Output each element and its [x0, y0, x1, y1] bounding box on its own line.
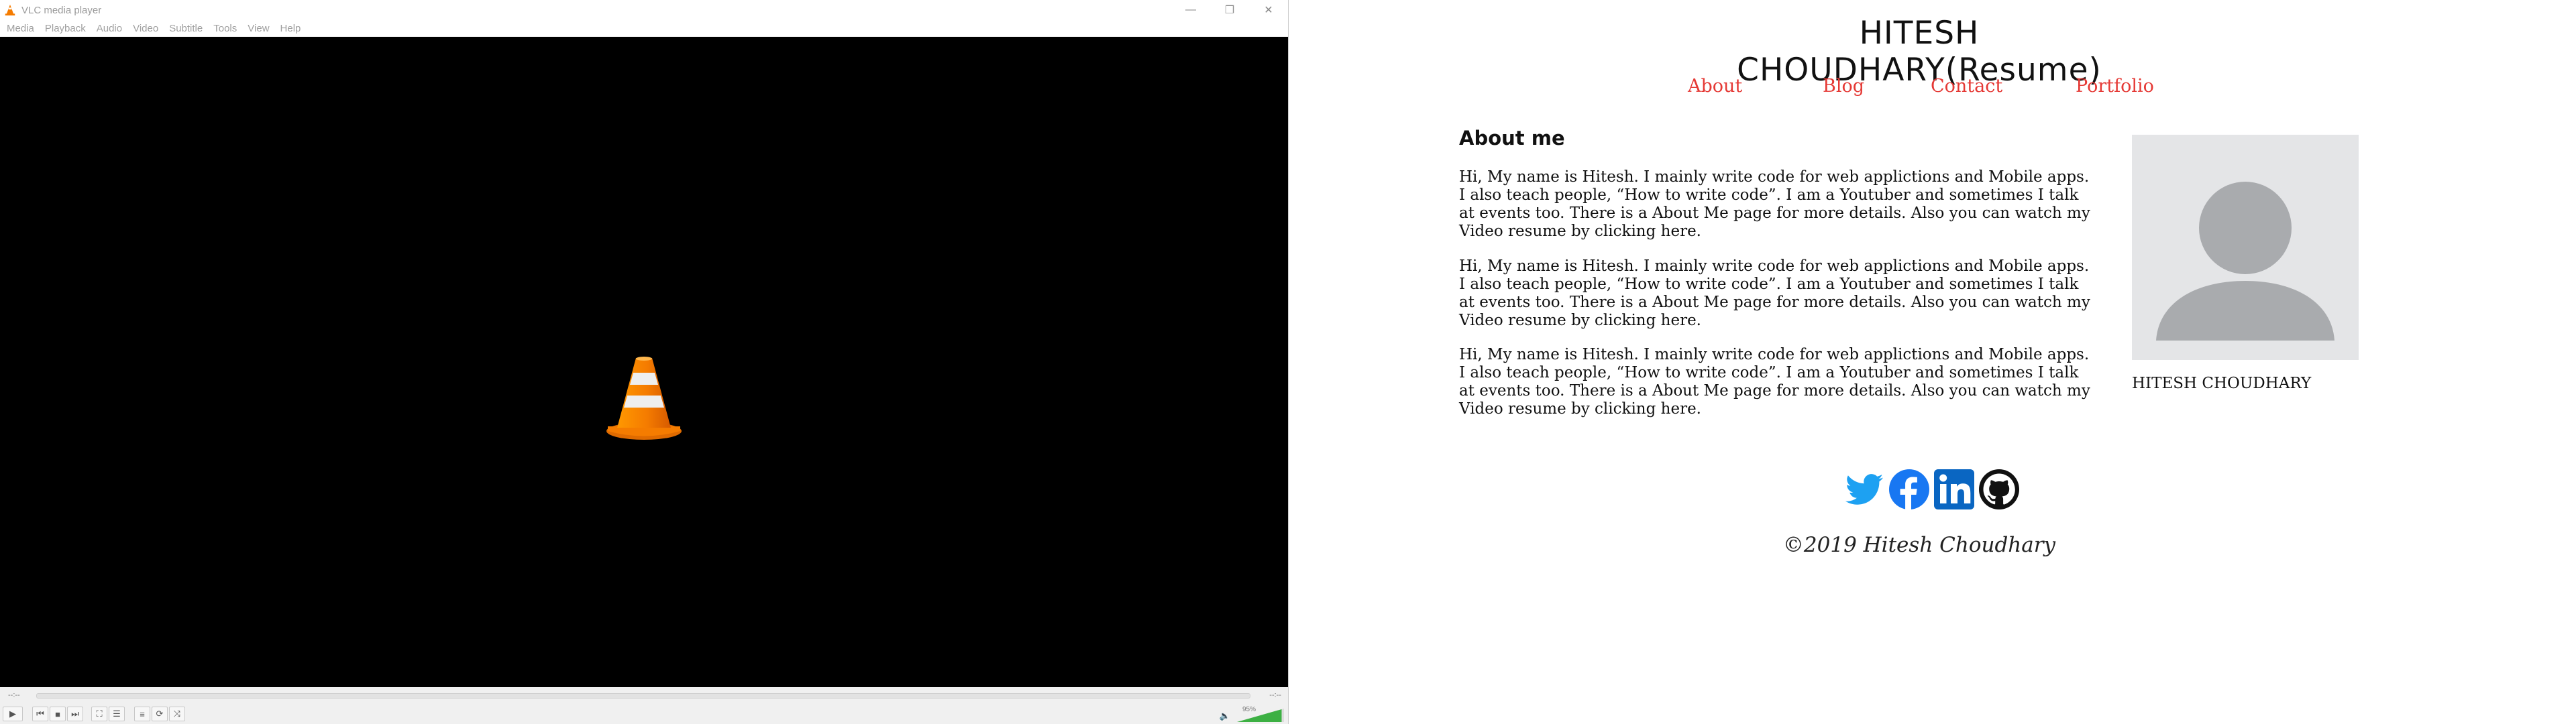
next-button[interactable]: ⏭ [67, 707, 83, 721]
previous-button[interactable]: ⏮ [32, 707, 48, 721]
playback-controls: ▶ ⏮ ■ ⏭ ⛶ ☰ ≡ ⟳ ⤨ 🔈 95% [0, 703, 1288, 724]
nav-blog-link[interactable]: Blog [1823, 76, 1864, 97]
playlist-icon: ≡ [140, 709, 145, 719]
loop-icon: ⟳ [156, 709, 164, 719]
menu-bar: Media Playback Audio Video Subtitle Tool… [0, 20, 1288, 36]
volume-slider[interactable] [1237, 709, 1284, 722]
minimize-icon: — [1185, 4, 1196, 15]
extended-settings-icon: ☰ [113, 709, 121, 719]
menu-subtitle[interactable]: Subtitle [169, 23, 203, 34]
user-placeholder-icon [2156, 182, 2334, 341]
about-paragraph: Hi, My name is Hitesh. I mainly write co… [1459, 168, 2090, 240]
menu-video[interactable]: Video [133, 23, 158, 34]
resume-page: HITESH CHOUDHARY(Resume) About Blog Cont… [1289, 0, 2576, 724]
vlc-cone-icon [5, 4, 15, 16]
next-icon: ⏭ [71, 709, 79, 719]
fullscreen-button[interactable]: ⛶ [91, 707, 107, 721]
seek-row: --:-- --:-- [0, 688, 1288, 703]
speaker-icon[interactable]: 🔈 [1220, 711, 1230, 721]
minimize-button[interactable]: — [1171, 0, 1210, 20]
menu-audio[interactable]: Audio [97, 23, 122, 34]
shuffle-icon: ⤨ [173, 709, 181, 719]
menu-tools[interactable]: Tools [213, 23, 237, 34]
linkedin-icon[interactable] [1933, 468, 1976, 511]
playlist-button[interactable]: ≡ [134, 707, 150, 721]
menu-playback[interactable]: Playback [45, 23, 86, 34]
vlc-window: VLC media player — ❐ ✕ Media Playback Au… [0, 0, 1289, 724]
about-paragraph: Hi, My name is Hitesh. I mainly write co… [1459, 257, 2090, 329]
menu-help[interactable]: Help [280, 23, 301, 34]
about-heading: About me [1459, 127, 1565, 149]
stop-icon: ■ [55, 709, 60, 719]
restore-button[interactable]: ❐ [1210, 0, 1249, 20]
avatar-caption: HITESH CHOUDHARY [2132, 375, 2312, 392]
nav-portfolio-link[interactable]: Portfolio [2076, 76, 2154, 97]
footer-copyright: ©2019 Hitesh Choudhary [1782, 533, 2056, 557]
vlc-titlebar: VLC media player — ❐ ✕ [0, 0, 1288, 20]
extended-settings-button[interactable]: ☰ [109, 707, 125, 721]
github-icon[interactable] [1978, 468, 2021, 511]
avatar [2132, 135, 2359, 360]
previous-icon: ⏮ [36, 709, 44, 719]
menu-media[interactable]: Media [7, 23, 34, 34]
seek-slider[interactable] [36, 693, 1250, 699]
restore-icon: ❐ [1224, 5, 1235, 16]
play-icon: ▶ [9, 709, 16, 719]
loop-button[interactable]: ⟳ [152, 707, 168, 721]
remaining-time: --:-- [1269, 691, 1281, 699]
close-icon: ✕ [1264, 5, 1273, 16]
nav-contact-link[interactable]: Contact [1931, 76, 2002, 97]
play-button[interactable]: ▶ [3, 707, 23, 721]
window-title: VLC media player [21, 4, 102, 16]
close-button[interactable]: ✕ [1249, 0, 1288, 20]
elapsed-time: --:-- [8, 691, 20, 699]
shuffle-button[interactable]: ⤨ [169, 707, 185, 721]
video-area[interactable] [0, 37, 1288, 687]
menu-view[interactable]: View [248, 23, 269, 34]
about-paragraph: Hi, My name is Hitesh. I mainly write co… [1459, 346, 2090, 418]
stop-button[interactable]: ■ [50, 707, 66, 721]
facebook-icon[interactable] [1888, 468, 1931, 511]
twitter-icon[interactable] [1843, 468, 1886, 511]
nav-about-link[interactable]: About [1688, 76, 1742, 97]
vlc-cone-icon [606, 357, 682, 440]
fullscreen-icon: ⛶ [96, 709, 103, 719]
